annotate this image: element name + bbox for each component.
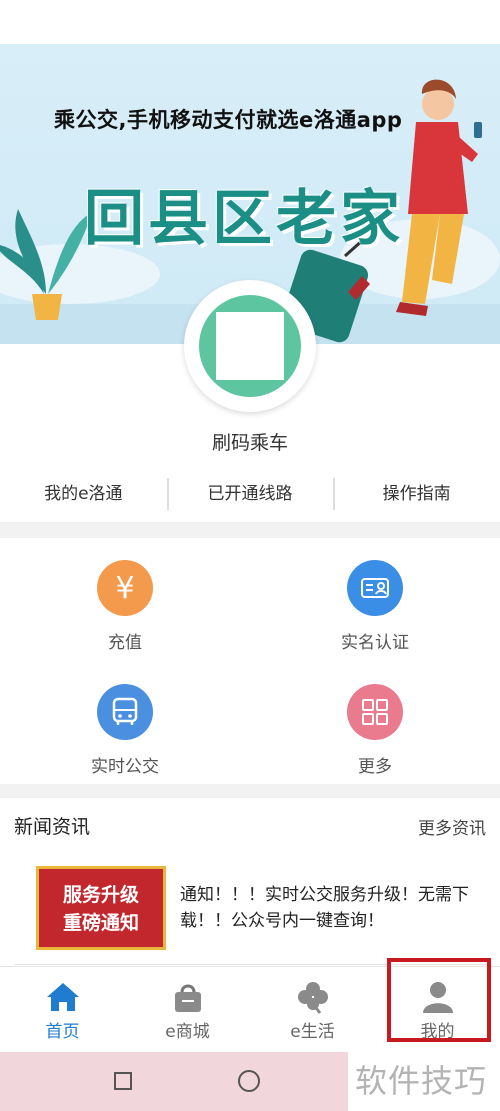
grid-label: 充值	[108, 633, 142, 653]
link-my-eluotong[interactable]: 我的e洛通	[0, 474, 167, 514]
yen-icon: ¥	[97, 560, 153, 616]
grid-item-more[interactable]: 更多	[250, 684, 500, 777]
banner-headline: 回县区老家	[84, 184, 404, 254]
news-title: 新闻资讯	[14, 816, 91, 838]
news-thumbnail[interactable]: 服务升级 重磅通知	[36, 866, 166, 950]
grid-label: 更多	[358, 757, 392, 777]
tab-label: e商城	[165, 1022, 210, 1042]
news-more-link[interactable]: 更多资讯	[418, 814, 486, 839]
bus-icon	[97, 684, 153, 740]
banner-title: 乘公交,手机移动支付就选e洛通app	[54, 108, 403, 132]
qr-square-icon	[216, 312, 284, 380]
id-card-icon	[347, 560, 403, 616]
clover-icon	[250, 979, 375, 1015]
highlight-box	[387, 958, 491, 1042]
grid-item-realtime-bus[interactable]: 实时公交	[0, 684, 250, 777]
grid-item-realname[interactable]: 实名认证	[250, 560, 500, 653]
link-guide[interactable]: 操作指南	[333, 474, 500, 514]
recent-apps-button[interactable]	[114, 1072, 132, 1090]
thumb-line2: 重磅通知	[62, 912, 139, 934]
grid-label: 实时公交	[91, 757, 159, 777]
tab-label: 首页	[45, 1022, 80, 1042]
status-bar	[0, 0, 500, 44]
grid-item-recharge[interactable]: ¥ 充值	[0, 560, 250, 653]
news-item-text[interactable]: 通知！！！实时公交服务升级！无需下载！！公众号内一键查询！	[180, 882, 480, 934]
thumb-line1: 服务升级	[62, 884, 139, 906]
shopping-bag-icon	[125, 979, 250, 1015]
link-opened-routes[interactable]: 已开通线路	[166, 474, 334, 514]
tab-emall[interactable]: e商城	[125, 967, 250, 1053]
tab-label: e生活	[290, 1022, 335, 1042]
home-button[interactable]	[238, 1070, 260, 1092]
home-icon	[0, 979, 125, 1015]
tab-home[interactable]: 首页	[0, 967, 125, 1053]
grid-icon	[347, 684, 403, 740]
grid-label: 实名认证	[341, 633, 409, 653]
scan-label: 刷码乘车	[211, 432, 288, 454]
watermark: 软件技巧	[355, 1062, 488, 1100]
quick-links: 我的e洛通 已开通线路 操作指南	[0, 474, 500, 514]
tab-elife[interactable]: e生活	[250, 967, 375, 1053]
feature-grid: ¥ 充值 实名认证 实时公交 更多	[0, 538, 500, 784]
